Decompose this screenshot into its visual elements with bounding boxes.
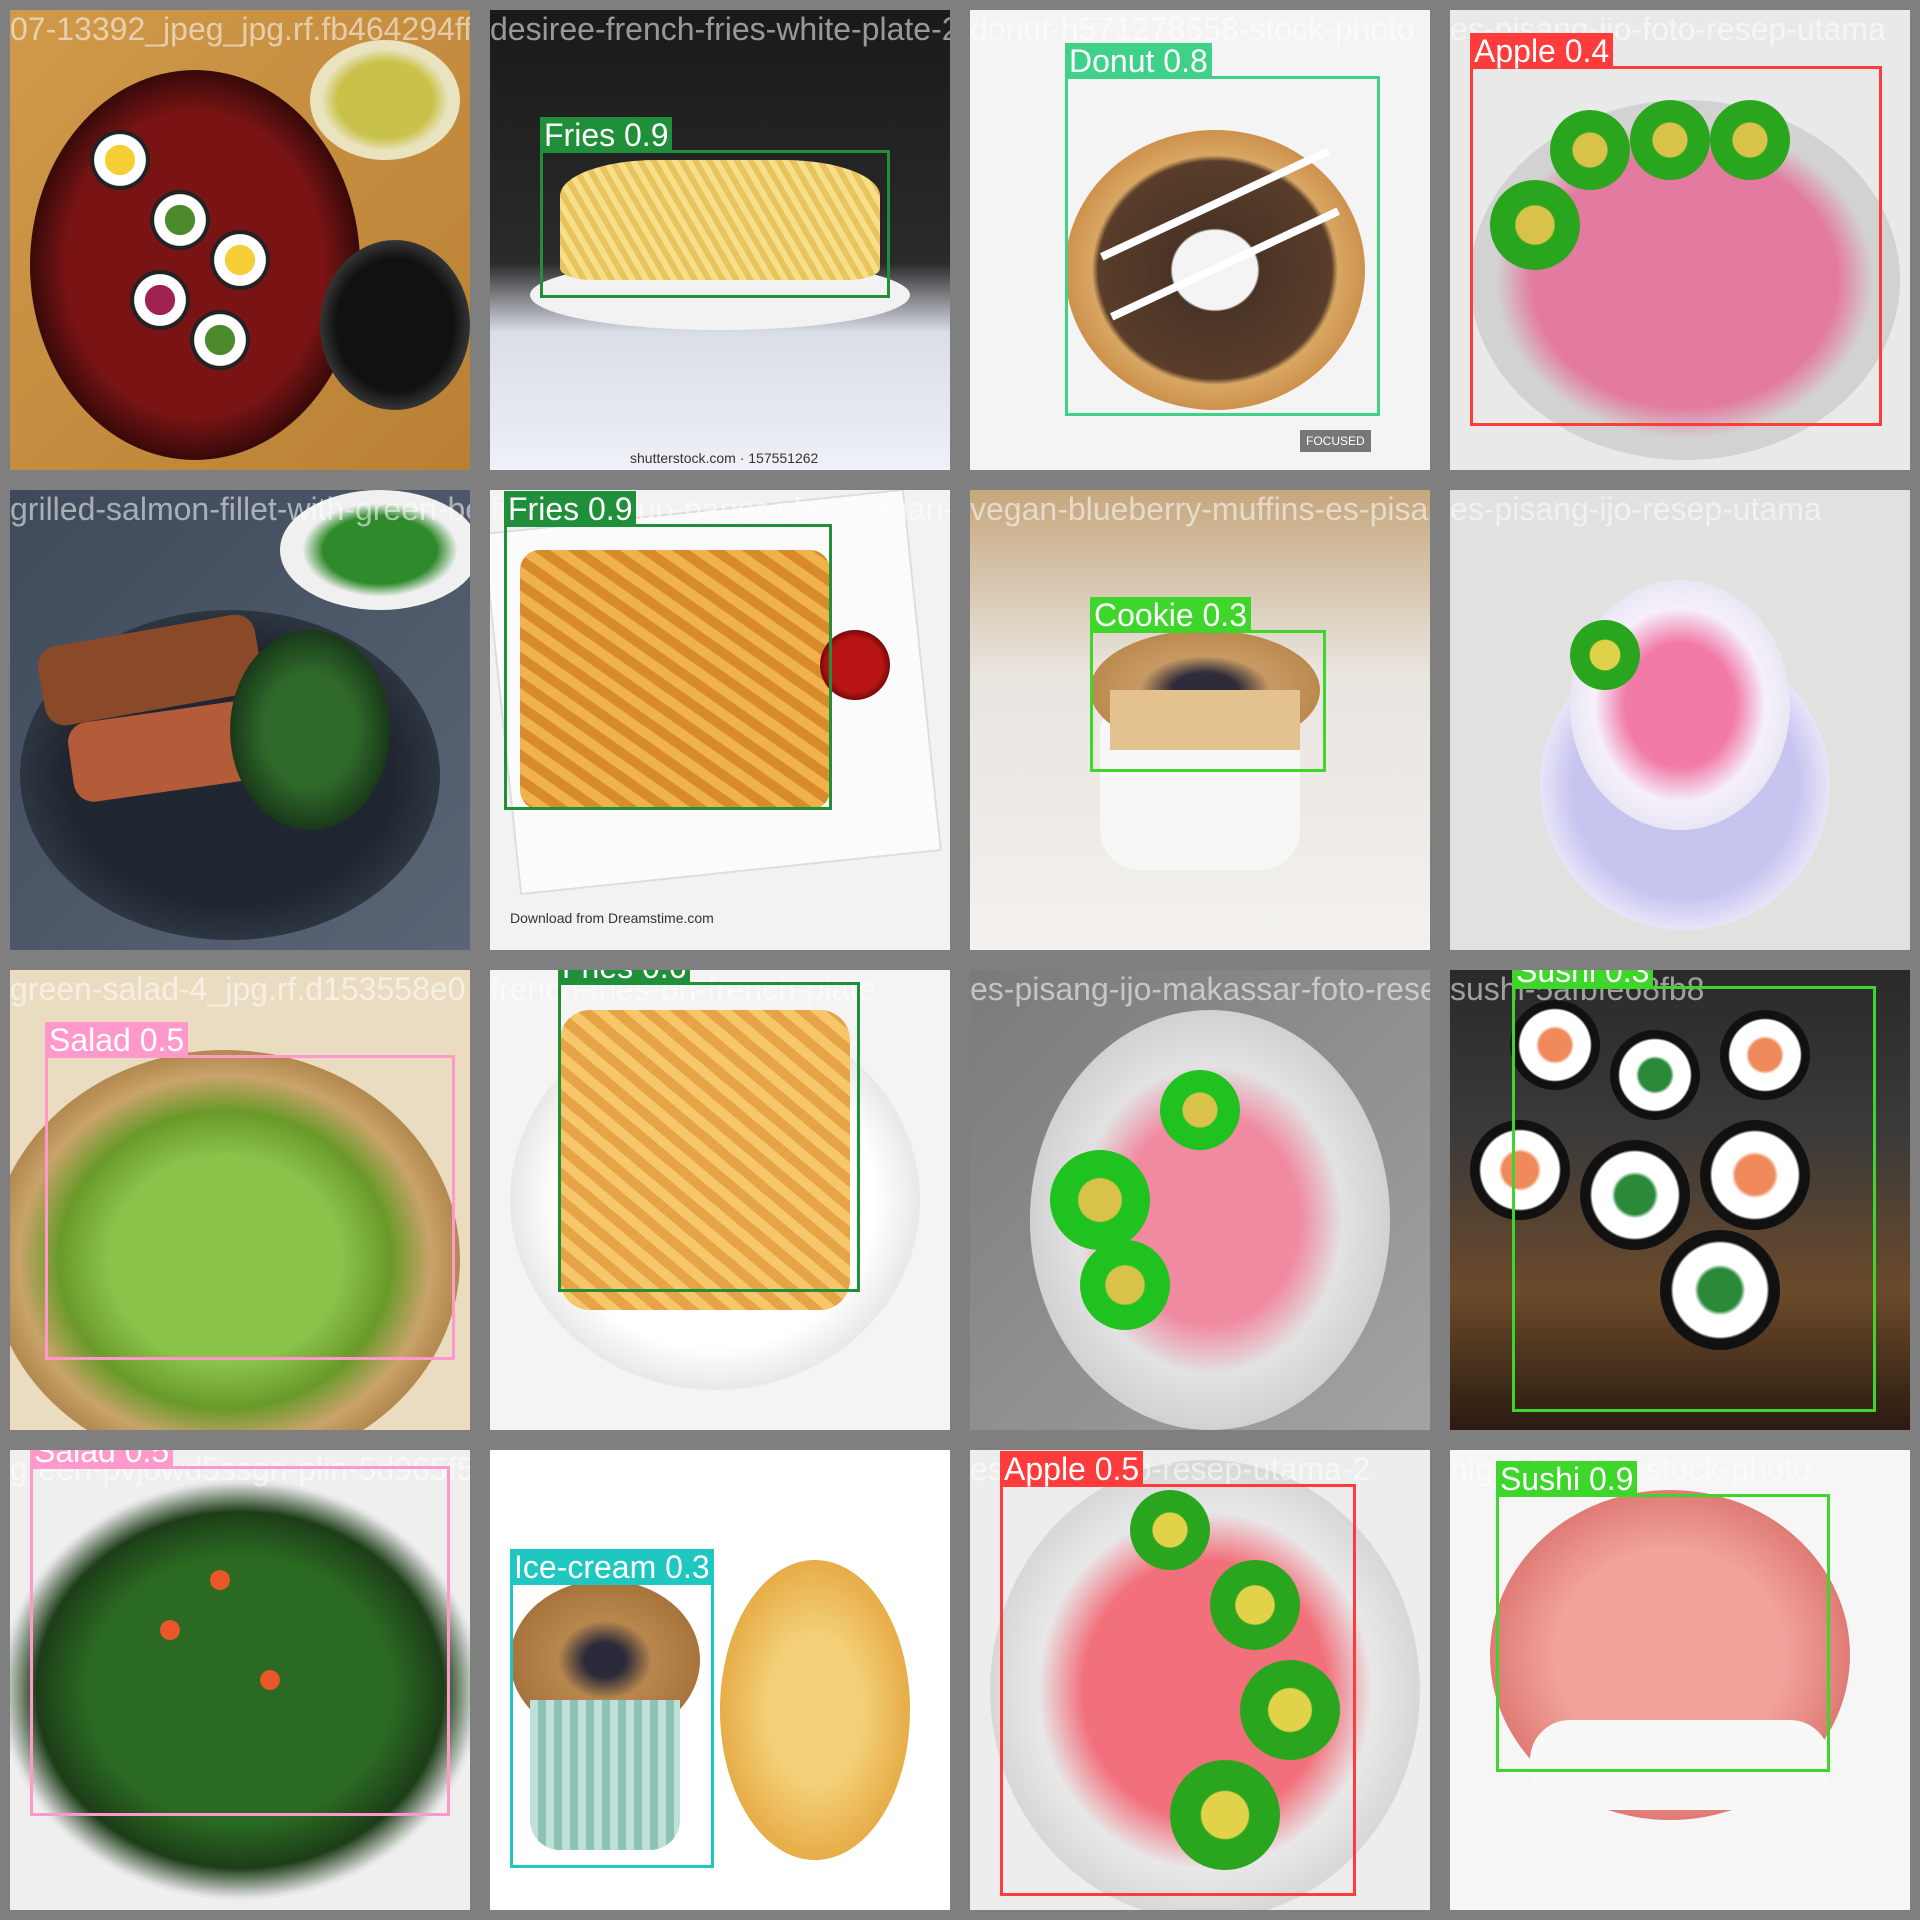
tile-kangkung: green-pvjowd5ssgn-plin-5d965f59dedb4 Sal… [10, 1450, 470, 1910]
detection-label: Fries 0.9 [540, 117, 673, 153]
detection-label: Donut 0.8 [1065, 43, 1212, 79]
tile-donut: FOCUSED donut-h571278558-stock-photo Don… [970, 10, 1430, 470]
detection-label: Sushi 0.9 [1496, 1461, 1638, 1497]
image-filename: es-pisang-ijo-resep-utama [1450, 491, 1822, 527]
watermark-stamp: FOCUSED [1300, 430, 1371, 452]
image-credit: Download from Dreamstime.com [510, 910, 714, 926]
tile-muffins-white: vegan-blueberry-muffins-plate Ice-cream … [490, 1450, 950, 1910]
image-credit: shutterstock.com · 157551262 [630, 450, 819, 466]
detection-label: Apple 0.5 [1000, 1451, 1144, 1487]
detection-label: Salad 0.5 [30, 1450, 174, 1469]
image-filename: vegan-blueberry-muffins-es-pisang-ijo [970, 491, 1430, 527]
image-filename: vegan-blueberry-muffins-plate [490, 1451, 915, 1487]
tile-es-pisang-2: es-pisang-ijo-resep-utama [1450, 490, 1910, 950]
detection-box: Cookie 0.3 [1090, 597, 1326, 772]
detection-box: Sushi 0.9 [1496, 1461, 1830, 1772]
detection-grid: 07-13392_jpeg_jpg.rf.fb464294ffe33a72b70… [0, 0, 1920, 1920]
tile-es-pisang-4: es-pisang-ijo-resep-utama-2 Apple 0.5 [970, 1450, 1430, 1910]
photo [1450, 490, 1910, 950]
detection-box: Salad 0.5 [45, 1022, 455, 1360]
detection-label: Fries 0.9 [504, 491, 637, 527]
tile-nigiri: nigiri-607437-stock-photo Sushi 0.9 [1450, 1450, 1910, 1910]
photo [10, 10, 470, 470]
tile-sushi-rolls: sushi-5afbfe68fb8 Sushi 0.3 [1450, 970, 1910, 1430]
image-filename: grilled-salmon-fillet-with-green-beans [10, 491, 470, 527]
tile-fries-white: french-fries-on-french-plate Fries 0.6 [490, 970, 950, 1430]
tile-sushi-bowl: 07-13392_jpeg_jpg.rf.fb464294ffe33a72b70… [10, 10, 470, 470]
tile-salmon: grilled-salmon-fillet-with-green-beans [10, 490, 470, 950]
tile-es-pisang-3: es-pisang-ijo-makassar-foto-resep [970, 970, 1430, 1430]
detection-label: Fries 0.6 [558, 970, 691, 985]
detection-label: Apple 0.4 [1470, 33, 1614, 69]
image-filename: desiree-french-fries-white-plate-28009-1… [490, 11, 950, 47]
detection-box: Apple 0.5 [1000, 1451, 1356, 1896]
image-filename: green-salad-4_jpg.rf.d153558e0 [10, 971, 466, 1007]
detection-box: Fries 0.6 [558, 970, 860, 1292]
detection-label: Salad 0.5 [45, 1022, 189, 1058]
tile-es-pisang: es-pisang-ijo-foto-resep-utama Apple 0.4 [1450, 10, 1910, 470]
detection-box: Ice-cream 0.3 [510, 1549, 714, 1868]
detection-label: Cookie 0.3 [1090, 597, 1251, 633]
tile-fries-dark: shutterstock.com · 157551262 desiree-fre… [490, 10, 950, 470]
detection-box: Sushi 0.3 [1512, 970, 1876, 1412]
detection-label: Ice-cream 0.3 [510, 1549, 714, 1585]
detection-box: Fries 0.9 [540, 117, 890, 298]
detection-box: Fries 0.9 [504, 491, 832, 810]
tile-salad: green-salad-4_jpg.rf.d153558e0 Salad 0.5 [10, 970, 470, 1430]
detection-box: Donut 0.8 [1065, 43, 1380, 416]
detection-box: Apple 0.4 [1470, 33, 1882, 426]
photo [10, 490, 470, 950]
detection-label: Sushi 0.3 [1512, 970, 1654, 989]
image-filename: 07-13392_jpeg_jpg.rf.fb464294ffe33a72b70… [10, 11, 470, 47]
detection-box: Salad 0.5 [30, 1450, 450, 1816]
photo [970, 970, 1430, 1430]
image-filename: es-pisang-ijo-makassar-foto-resep [970, 971, 1430, 1007]
tile-muffin: vegan-blueberry-muffins-es-pisang-ijo Co… [970, 490, 1430, 950]
tile-fries-paper: Download from Dreamstime.com fries-ketch… [490, 490, 950, 950]
